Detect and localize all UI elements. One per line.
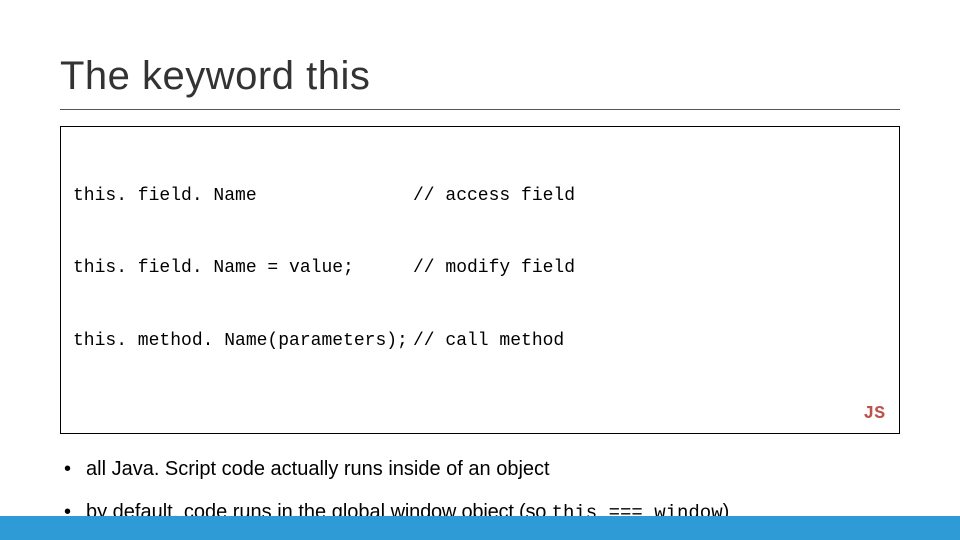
footer-accent-bar bbox=[0, 516, 960, 540]
code-line-2-left: this. field. Name = value; bbox=[73, 256, 413, 280]
code-line-1-left: this. field. Name bbox=[73, 184, 413, 208]
code-line-2-comment: // modify field bbox=[413, 256, 887, 280]
code-row-1: this. field. Name // access field bbox=[73, 184, 887, 208]
code-line-1-comment: // access field bbox=[413, 184, 887, 208]
code-line-3-comment: // call method bbox=[413, 329, 887, 353]
code-line-3-left: this. method. Name(parameters); bbox=[73, 329, 413, 353]
slide: The keyword this this. field. Name // ac… bbox=[0, 0, 960, 540]
title-wrap: The keyword this bbox=[0, 0, 960, 103]
code-row-3: this. method. Name(parameters); // call … bbox=[73, 329, 887, 353]
title-rule bbox=[60, 109, 900, 110]
bullet-1-text: all Java. Script code actually runs insi… bbox=[86, 458, 550, 480]
page-title: The keyword this bbox=[60, 54, 900, 99]
code-row-2: this. field. Name = value; // modify fie… bbox=[73, 256, 887, 280]
code-box: this. field. Name // access field this. … bbox=[60, 126, 900, 434]
code-lang-badge: JS bbox=[863, 402, 885, 426]
bullet-1: all Java. Script code actually runs insi… bbox=[60, 456, 900, 483]
